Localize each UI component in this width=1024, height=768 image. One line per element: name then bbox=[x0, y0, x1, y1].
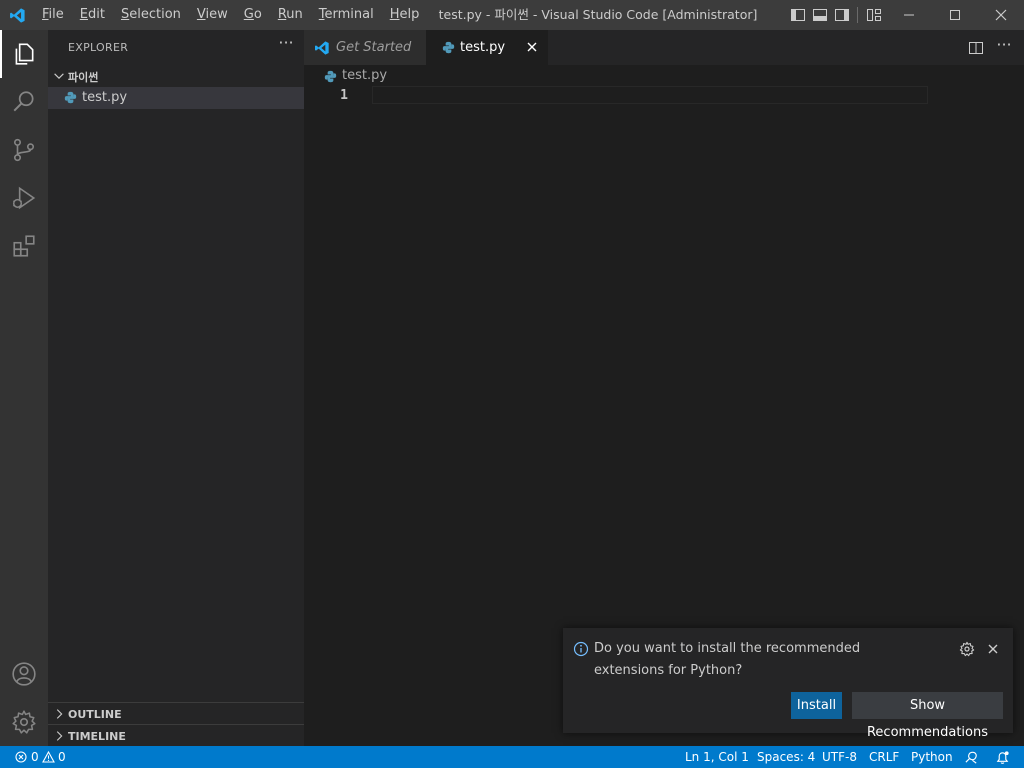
explorer-icon bbox=[15, 43, 34, 65]
notification-message: Do you want to install the recommended e… bbox=[594, 641, 861, 678]
maximize-button[interactable] bbox=[932, 0, 978, 30]
tab-label: test.py bbox=[460, 40, 506, 55]
breadcrumb-file[interactable]: test.py bbox=[342, 68, 387, 83]
problems-indicator[interactable]: 0 0 bbox=[12, 746, 72, 768]
activity-manage[interactable] bbox=[0, 698, 48, 746]
chevron-down-icon bbox=[54, 73, 64, 79]
sidebar-title: EXPLORER bbox=[68, 41, 129, 54]
minimize-button[interactable] bbox=[886, 0, 932, 30]
titlebar-divider bbox=[857, 7, 858, 23]
install-button[interactable]: Install bbox=[791, 692, 842, 719]
close-icon[interactable] bbox=[985, 641, 1001, 657]
vscode-logo-icon bbox=[315, 41, 329, 55]
explorer-sidebar: EXPLORER ··· 파이썬 test.py OUTLINE TIMELIN… bbox=[48, 30, 304, 746]
python-file-icon bbox=[442, 41, 455, 54]
toggle-primary-sidebar-icon[interactable] bbox=[790, 7, 806, 23]
extensions-icon bbox=[13, 235, 35, 257]
activity-explorer[interactable] bbox=[0, 30, 48, 78]
close-window-button[interactable] bbox=[978, 0, 1024, 30]
explorer-more-actions-button[interactable]: ··· bbox=[274, 34, 298, 56]
toggle-panel-icon[interactable] bbox=[812, 7, 828, 23]
outline-label: OUTLINE bbox=[68, 708, 122, 721]
file-item-test-py[interactable]: test.py bbox=[48, 87, 304, 109]
chevron-right-icon bbox=[56, 731, 63, 741]
gear-icon[interactable] bbox=[959, 641, 975, 657]
encoding[interactable]: UTF-8 bbox=[822, 750, 857, 764]
timeline-label: TIMELINE bbox=[68, 730, 126, 743]
status-bar: 0 0 Ln 1, Col 1 Spaces: 4 UTF-8 CRLF Pyt… bbox=[0, 746, 1024, 768]
tab-test-py[interactable]: test.py bbox=[426, 30, 548, 65]
outline-panel-header[interactable]: OUTLINE bbox=[48, 702, 304, 725]
bell-icon[interactable] bbox=[995, 750, 1010, 765]
show-recommendations-button[interactable]: Show Recommendations bbox=[852, 692, 1003, 740]
activity-source-control[interactable] bbox=[0, 126, 48, 174]
indentation[interactable]: Spaces: 4 bbox=[757, 750, 815, 764]
breadcrumb: test.py bbox=[304, 65, 1024, 87]
tab-label: Get Started bbox=[336, 40, 412, 55]
manage-gear-icon bbox=[12, 710, 36, 734]
warning-icon bbox=[42, 751, 55, 763]
editor-more-actions-button[interactable]: ··· bbox=[992, 36, 1016, 56]
end-of-line[interactable]: CRLF bbox=[869, 750, 899, 764]
source-control-icon bbox=[13, 138, 35, 162]
title-bar: File Edit Selection View Go Run Terminal… bbox=[0, 0, 1024, 30]
close-icon[interactable] bbox=[524, 39, 540, 55]
split-editor-icon[interactable] bbox=[968, 40, 984, 56]
close-icon bbox=[995, 9, 1007, 21]
warning-count: 0 bbox=[58, 750, 66, 764]
timeline-panel-header[interactable]: TIMELINE bbox=[48, 724, 304, 747]
activity-accounts[interactable] bbox=[0, 650, 48, 698]
line-number: 1 bbox=[340, 88, 348, 103]
activity-bar bbox=[0, 30, 48, 746]
activity-run-debug[interactable] bbox=[0, 174, 48, 222]
python-file-icon bbox=[324, 70, 337, 83]
tab-get-started[interactable]: Get Started bbox=[304, 30, 426, 65]
code-editor-line[interactable] bbox=[372, 86, 928, 104]
language-mode[interactable]: Python bbox=[911, 750, 953, 764]
extension-recommendation-notification: Do you want to install the recommended e… bbox=[563, 628, 1013, 740]
maximize-icon bbox=[950, 10, 960, 20]
editor-tabs: Get Started test.py ··· bbox=[304, 30, 1024, 65]
search-icon bbox=[13, 91, 34, 112]
cursor-position[interactable]: Ln 1, Col 1 bbox=[685, 750, 749, 764]
file-label: test.py bbox=[82, 90, 128, 105]
feedback-icon[interactable] bbox=[964, 750, 979, 765]
info-icon bbox=[573, 641, 589, 657]
activity-extensions[interactable] bbox=[0, 222, 48, 270]
chevron-right-icon bbox=[56, 709, 63, 719]
minimize-icon bbox=[904, 14, 914, 16]
run-debug-icon bbox=[12, 186, 36, 210]
folder-label: 파이썬 bbox=[68, 71, 99, 84]
error-count: 0 bbox=[31, 750, 39, 764]
activity-search[interactable] bbox=[0, 78, 48, 126]
python-file-icon bbox=[64, 91, 77, 104]
account-icon bbox=[12, 662, 36, 686]
workspace-folder[interactable]: 파이썬 bbox=[48, 65, 304, 87]
toggle-secondary-sidebar-icon[interactable] bbox=[834, 7, 850, 23]
customize-layout-icon[interactable] bbox=[866, 7, 882, 23]
error-icon bbox=[15, 751, 27, 763]
